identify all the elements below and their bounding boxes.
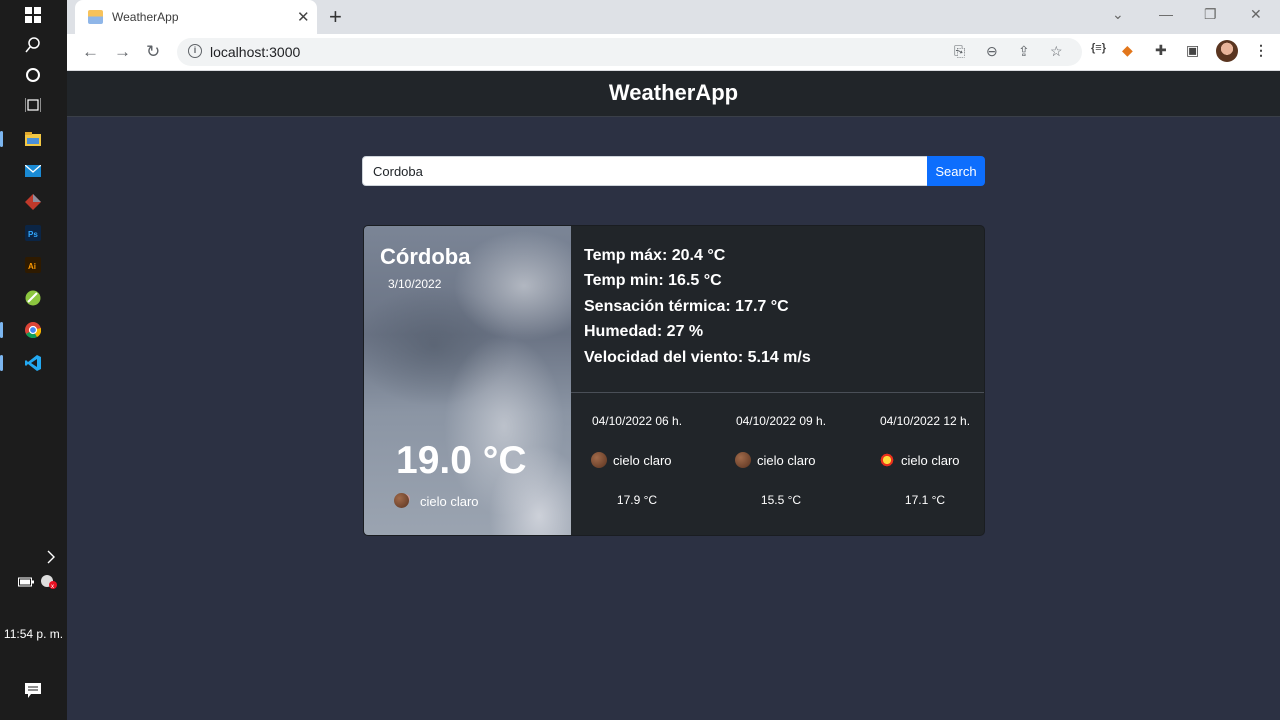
forecast-description: cielo claro <box>757 453 816 468</box>
stat-humidity: Humedad: 27 % <box>584 323 704 340</box>
task-view-icon[interactable] <box>24 96 42 114</box>
moon-icon <box>591 452 607 468</box>
current-date: 3/10/2022 <box>388 277 442 291</box>
forecast-item: 04/10/2022 06 h. cielo claro 17.9 °C <box>571 414 703 507</box>
extensions-puzzle-icon[interactable]: ✚ <box>1155 42 1167 59</box>
illustrator-icon[interactable]: Ai <box>24 256 42 274</box>
stat-wind-speed: Velocidad del viento: 5.14 m/s <box>584 349 811 366</box>
forecast-temperature: 15.5 °C <box>760 493 802 507</box>
svg-text:x: x <box>51 584 54 590</box>
bookmark-star-icon[interactable]: ☆ <box>1050 43 1063 60</box>
reload-icon[interactable]: ↻ <box>146 42 160 62</box>
close-tab-icon[interactable]: ✕ <box>297 8 310 26</box>
browser-tabstrip: WeatherApp ✕ + ⌄ — ❐ ✕ <box>67 0 1280 34</box>
minimize-icon[interactable]: — <box>1159 6 1173 22</box>
side-panel-icon[interactable]: ▣ <box>1186 42 1199 59</box>
json-extension-icon[interactable]: {≡} <box>1091 42 1106 54</box>
windows-taskbar: Ps Ai x 11:54 p. m. <box>0 0 67 720</box>
current-description: cielo claro <box>420 494 479 509</box>
search-button[interactable]: Search <box>927 156 985 186</box>
forecast-date: 04/10/2022 09 h. <box>735 414 827 428</box>
menu-kebab-icon[interactable]: ⋮ <box>1254 42 1268 59</box>
vscode-icon[interactable] <box>24 354 42 372</box>
city-name: Córdoba <box>380 244 471 269</box>
svg-text:Ai: Ai <box>28 262 36 271</box>
metamask-extension-icon[interactable]: ◆ <box>1122 42 1133 59</box>
new-tab-icon[interactable]: + <box>329 4 342 30</box>
share-icon[interactable]: ⇪ <box>1018 43 1030 60</box>
forecast-description: cielo claro <box>901 453 960 468</box>
restore-icon[interactable]: ❐ <box>1204 6 1217 23</box>
browser-toolbar: ← → ↻ i localhost:3000 ⎘ ⊖ ⇪ ☆ {≡} ◆ ✚ ▣… <box>67 34 1280 71</box>
weather-details-panel: Temp máx: 20.4 °C Temp min: 16.5 °C Sens… <box>571 226 984 535</box>
spreadsheet-icon[interactable] <box>24 289 42 307</box>
url-text[interactable]: localhost:3000 <box>210 44 300 60</box>
active-indicator <box>0 131 3 147</box>
app-navbar: WeatherApp <box>67 71 1280 117</box>
network-error-icon[interactable]: x <box>40 573 58 591</box>
windows-start-icon[interactable] <box>24 6 42 24</box>
app-title: WeatherApp <box>608 80 739 105</box>
site-info-icon[interactable]: i <box>188 44 202 58</box>
active-indicator <box>0 355 3 371</box>
chevron-right-icon[interactable] <box>42 548 60 566</box>
file-explorer-icon[interactable] <box>24 130 42 148</box>
weather-favicon-icon <box>88 10 103 24</box>
battery-icon[interactable] <box>17 573 35 591</box>
current-weather-panel: Córdoba 3/10/2022 19.0 °C cielo claro <box>364 226 571 535</box>
cortana-icon[interactable] <box>24 66 42 84</box>
forward-icon[interactable]: → <box>114 42 131 62</box>
notifications-icon[interactable] <box>24 681 42 699</box>
photoshop-icon[interactable]: Ps <box>24 224 42 242</box>
translate-icon[interactable]: ⎘ <box>954 43 965 60</box>
active-indicator <box>0 322 3 338</box>
weather-card: Córdoba 3/10/2022 19.0 °C cielo claro Te… <box>363 225 985 536</box>
stat-temp-min: Temp min: 16.5 °C <box>584 272 722 289</box>
forecast-date: 04/10/2022 12 h. <box>879 414 971 428</box>
forecast-date: 04/10/2022 06 h. <box>591 414 683 428</box>
mail-icon[interactable] <box>24 162 42 180</box>
tab-title: WeatherApp <box>112 10 179 24</box>
moon-icon <box>735 452 751 468</box>
search-icon[interactable] <box>24 36 42 54</box>
stat-feels-like: Sensación térmica: 17.7 °C <box>584 298 789 315</box>
divider <box>571 392 984 393</box>
forecast-description: cielo claro <box>613 453 672 468</box>
forecast-temperature: 17.9 °C <box>616 493 658 507</box>
moon-icon <box>394 493 409 508</box>
chrome-icon[interactable] <box>24 321 42 339</box>
clock-time[interactable]: 11:54 p. m. <box>0 627 67 641</box>
forecast-item: 04/10/2022 12 h. cielo claro 17.1 °C <box>859 414 984 507</box>
close-window-icon[interactable]: ✕ <box>1250 6 1262 23</box>
app-icon[interactable] <box>24 193 42 211</box>
city-search-input[interactable] <box>362 156 928 186</box>
forecast-temperature: 17.1 °C <box>904 493 946 507</box>
address-bar[interactable]: i localhost:3000 ⎘ ⊖ ⇪ ☆ <box>177 38 1082 66</box>
search-form: Search <box>362 156 985 186</box>
zoom-icon[interactable]: ⊖ <box>986 43 998 60</box>
forecast-item: 04/10/2022 09 h. cielo claro 15.5 °C <box>715 414 847 507</box>
browser-tab[interactable]: WeatherApp ✕ <box>75 0 317 34</box>
current-temperature: 19.0 °C <box>396 439 527 482</box>
profile-avatar[interactable] <box>1216 40 1238 62</box>
stat-temp-max: Temp máx: 20.4 °C <box>584 247 726 264</box>
tab-search-icon[interactable]: ⌄ <box>1112 6 1124 23</box>
back-icon[interactable]: ← <box>82 42 99 62</box>
sun-icon <box>879 452 895 468</box>
svg-text:Ps: Ps <box>28 230 38 239</box>
